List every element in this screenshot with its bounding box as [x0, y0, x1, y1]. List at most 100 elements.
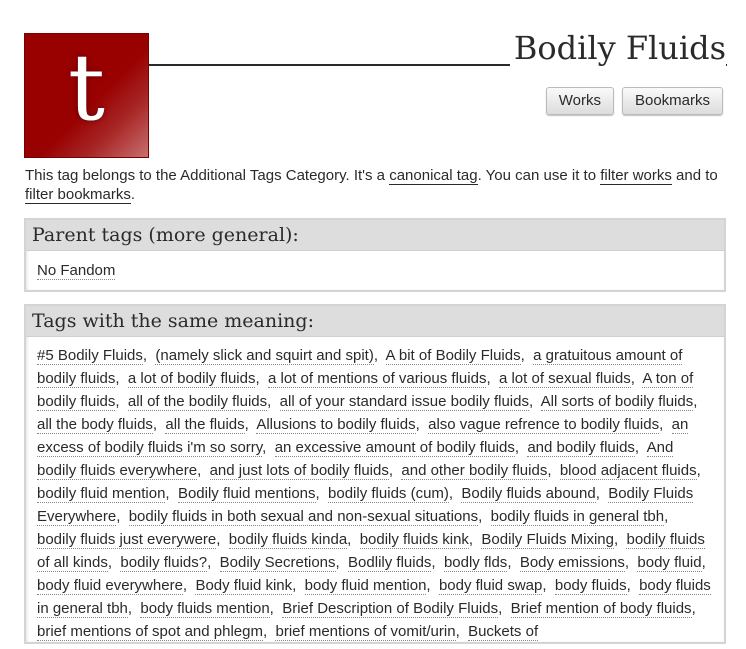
- synonym-tag-link[interactable]: an excessive amount of bodily fluids: [274, 439, 515, 457]
- tag-separator: ,: [664, 508, 673, 525]
- synonym-tag-link[interactable]: bodily fluid mention: [37, 485, 166, 503]
- tag-separator: ,: [486, 370, 499, 387]
- synonym-tag-link[interactable]: body fluid everywhere: [37, 577, 183, 595]
- tag-separator: ,: [315, 485, 329, 502]
- tag-separator: ,: [498, 600, 511, 617]
- intro-text: . You can use it to: [477, 167, 601, 184]
- synonym-tag-link[interactable]: body fluids mention: [140, 600, 270, 618]
- synonym-tag-link[interactable]: Allusions to bodily fluids: [256, 416, 416, 434]
- tag-separator: ,: [244, 416, 257, 433]
- synonym-tag-link[interactable]: bodily fluids kinda: [228, 531, 348, 549]
- filter-bookmarks-link[interactable]: filter bookmarks: [25, 186, 131, 204]
- tag-separator: ,: [613, 531, 627, 548]
- synonym-tag-link[interactable]: a lot of bodily fluids: [127, 370, 256, 388]
- synonym-tag-link[interactable]: all of the bodily fluids: [127, 393, 268, 411]
- synonym-tag-link[interactable]: Brief Description of Bodily Fluids: [282, 600, 499, 618]
- synonym-tag-link[interactable]: all the fluids: [165, 416, 245, 434]
- tag-separator: ,: [547, 462, 560, 479]
- tag-separator: ,: [634, 439, 647, 456]
- synonym-tag-link[interactable]: All sorts of bodily fluids: [540, 393, 694, 411]
- synonym-tag-link[interactable]: #5 Bodily Fluids: [37, 347, 143, 365]
- synonym-tag-link[interactable]: also vague refrence to bodily fluids: [428, 416, 660, 434]
- parent-tag-link[interactable]: No Fandom: [37, 262, 116, 280]
- tag-separator: ,: [626, 577, 640, 594]
- works-button[interactable]: Works: [545, 87, 614, 115]
- intro-text: and to: [671, 167, 718, 184]
- synonym-tag-link[interactable]: Body fluid kink: [195, 577, 293, 595]
- tag-separator: ,: [595, 485, 609, 502]
- synonym-tag-link[interactable]: Bodlily fluids: [348, 554, 432, 572]
- synonym-tag-link[interactable]: and just lots of bodily fluids: [209, 462, 389, 480]
- synonym-tag-link[interactable]: Body emissions: [519, 554, 625, 572]
- synonym-tag-link[interactable]: Bodily Fluids Mixing: [481, 531, 614, 549]
- intro-text: .: [130, 186, 136, 203]
- tag-separator: ,: [388, 462, 402, 479]
- tag-separator: ,: [267, 393, 280, 410]
- synonym-tag-link[interactable]: bodily fluids kink: [359, 531, 469, 549]
- tag-separator: ,: [448, 485, 462, 502]
- synonym-tag-link[interactable]: Bodily fluid mentions: [177, 485, 316, 503]
- synonym-tag-link[interactable]: Bodily Secretions: [219, 554, 336, 572]
- parent-tags-section: Parent tags (more general): No Fandom: [24, 218, 726, 292]
- synonym-tags-section: Tags with the same meaning: #5 Bodily Fl…: [24, 304, 726, 644]
- tag-separator: ,: [478, 508, 491, 525]
- synonym-tag-link[interactable]: bodily fluids in both sexual and non-sex…: [128, 508, 479, 526]
- synonym-tag-link[interactable]: blood adjacent fluids: [559, 462, 697, 480]
- filter-works-link[interactable]: filter works: [600, 167, 672, 185]
- tag-separator: ,: [630, 370, 643, 387]
- tag-separator: ,: [197, 462, 210, 479]
- page-title: Bodily Fluids: [509, 28, 726, 68]
- tag-separator: ,: [696, 462, 705, 479]
- tag-separator: ,: [701, 554, 710, 571]
- synonym-tags-list: #5 Bodily Fluids, (namely slick and squi…: [26, 337, 724, 649]
- synonym-tag-link[interactable]: body fluid: [637, 554, 702, 572]
- synonym-tag-link[interactable]: A bit of Bodily Fluids: [385, 347, 521, 365]
- synonym-tag-link[interactable]: body fluid swap: [438, 577, 543, 595]
- tag-separator: ,: [142, 347, 156, 364]
- bookmarks-button[interactable]: Bookmarks: [621, 87, 723, 115]
- site-logo[interactable]: t: [24, 33, 149, 158]
- synonym-tag-link[interactable]: brief mentions of spot and phlegm: [37, 623, 263, 641]
- tag-separator: ,: [693, 393, 702, 410]
- synonym-tag-link[interactable]: bodly flds: [443, 554, 508, 572]
- synonym-tag-link[interactable]: bodily fluids in general tbh: [490, 508, 665, 526]
- tag-separator: ,: [415, 416, 429, 433]
- synonym-tags-heading: Tags with the same meaning:: [26, 306, 724, 337]
- tag-separator: ,: [255, 370, 268, 387]
- parent-tags-heading: Parent tags (more general):: [26, 220, 724, 251]
- tag-separator: ,: [542, 577, 555, 594]
- tag-separator: ,: [216, 531, 229, 548]
- intro-text: This tag belongs to the Additional Tags …: [25, 167, 390, 184]
- synonym-tag-link[interactable]: brief mentions of vomit/urin: [275, 623, 456, 641]
- tag-separator: ,: [152, 416, 166, 433]
- synonym-tag-link[interactable]: bodily fluids (cum): [328, 485, 449, 503]
- tag-separator: ,: [514, 439, 528, 456]
- synonym-tag-link[interactable]: a lot of mentions of various fluids: [268, 370, 487, 388]
- synonym-tag-link[interactable]: all the body fluids: [37, 416, 153, 434]
- tag-separator: ,: [691, 600, 700, 617]
- synonym-tag-link[interactable]: Brief mention of body fluids: [510, 600, 692, 618]
- synonym-tag-link[interactable]: and bodily fluids: [527, 439, 635, 457]
- canonical-tag-link[interactable]: canonical tag: [389, 167, 478, 185]
- synonym-tag-link[interactable]: body fluids: [554, 577, 627, 595]
- tag-separator: ,: [292, 577, 305, 594]
- tag-separator: ,: [624, 554, 638, 571]
- synonym-tag-link[interactable]: and other bodily fluids: [401, 462, 548, 480]
- synonym-tag-link[interactable]: Bodily fluids abound: [461, 485, 596, 503]
- synonym-tag-link[interactable]: body fluid mention: [304, 577, 427, 595]
- tag-separator: ,: [165, 485, 178, 502]
- tag-separator: ,: [455, 623, 469, 640]
- tag-navigation: Works Bookmarks: [545, 87, 723, 115]
- synonym-tag-link[interactable]: all of your standard issue bodily fluids: [279, 393, 529, 411]
- synonym-tag-link[interactable]: a lot of sexual fluids: [498, 370, 631, 388]
- tag-separator: ,: [207, 554, 220, 571]
- tag-separator: ,: [347, 531, 360, 548]
- synonym-tag-link[interactable]: (namely slick and squirt and spit): [155, 347, 374, 365]
- tag-separator: ,: [507, 554, 520, 571]
- synonym-tag-link[interactable]: bodily fluids just everywere: [37, 531, 217, 549]
- tag-separator: ,: [269, 600, 283, 617]
- parent-tags-list: No Fandom: [26, 251, 724, 288]
- synonym-tag-link[interactable]: Buckets of: [468, 623, 539, 641]
- tag-separator: ,: [115, 370, 128, 387]
- synonym-tag-link[interactable]: bodily fluids?: [120, 554, 208, 572]
